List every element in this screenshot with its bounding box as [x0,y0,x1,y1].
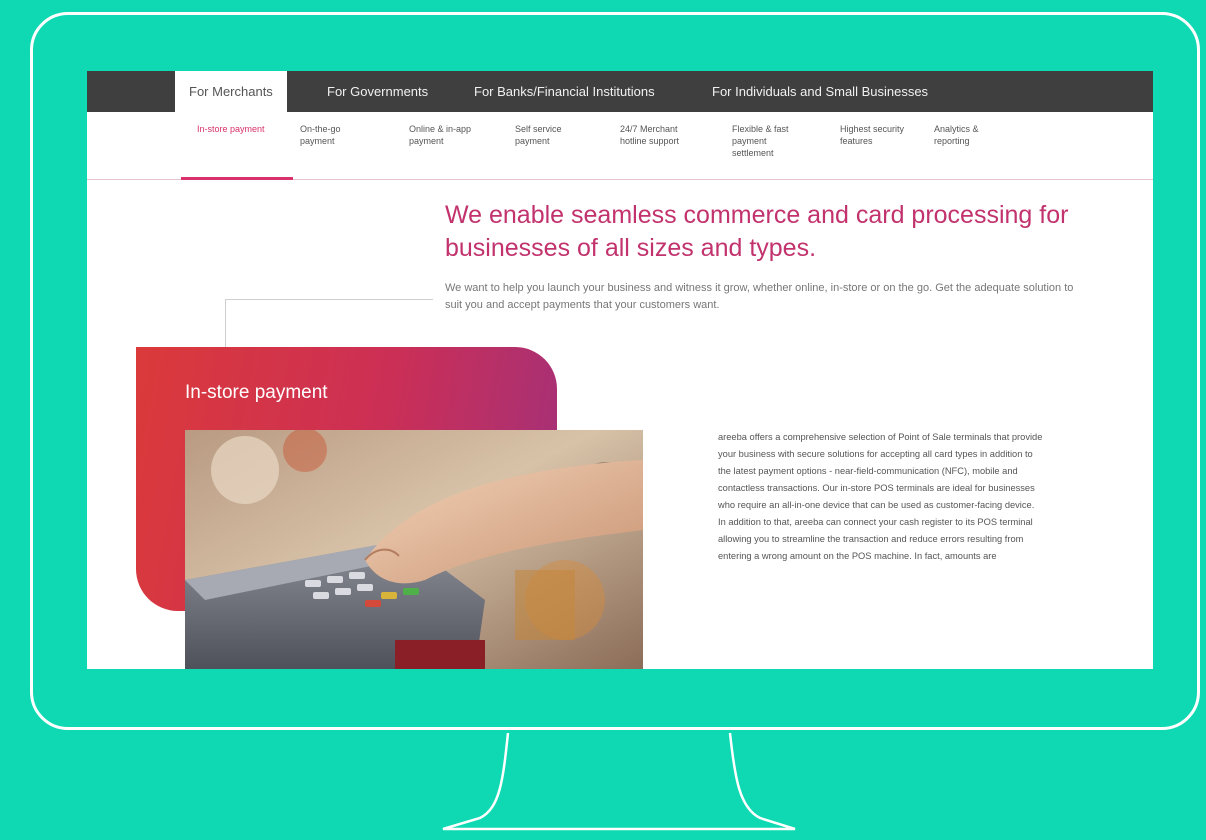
top-navigation: For Merchants For Governments For Banks/… [87,71,1153,112]
active-tab-indicator [181,177,293,180]
tab-for-merchants[interactable]: For Merchants [175,71,287,112]
pos-terminal-photo [185,430,643,669]
tab-for-individuals[interactable]: For Individuals and Small Businesses [712,71,928,112]
subnav-item-in-store-payment[interactable]: In-store payment [197,123,287,135]
tab-for-banks[interactable]: For Banks/Financial Institutions [474,71,655,112]
subnav-item-online-in-app-payment[interactable]: Online & in-app payment [409,123,483,147]
subnav-item-analytics-reporting[interactable]: Analytics & reporting [934,123,994,147]
subnav-item-self-service-payment[interactable]: Self service payment [515,123,579,147]
decorative-line-vertical [225,299,226,347]
intro-text: We want to help you launch your business… [445,282,1074,311]
subnav-item-security-features[interactable]: Highest security features [840,123,914,147]
browser-screen: For Merchants For Governments For Banks/… [87,71,1153,669]
subnav-item-merchant-hotline[interactable]: 24/7 Merchant hotline support [620,123,704,147]
subnav-item-payment-settlement[interactable]: Flexible & fast payment settlement [732,123,798,159]
body-paragraph: In addition to that, areeba can connect … [718,517,1033,561]
subnav-item-on-the-go-payment[interactable]: On-the-go payment [300,123,364,147]
section-body: areeba offers a comprehensive selection … [718,429,1048,565]
decorative-line [225,299,433,300]
page-headline: We enable seamless commerce and card pro… [445,201,1069,262]
body-paragraph: areeba offers a comprehensive selection … [718,432,1043,510]
section-title: In-store payment [185,382,328,403]
tab-for-governments[interactable]: For Governments [327,71,428,112]
